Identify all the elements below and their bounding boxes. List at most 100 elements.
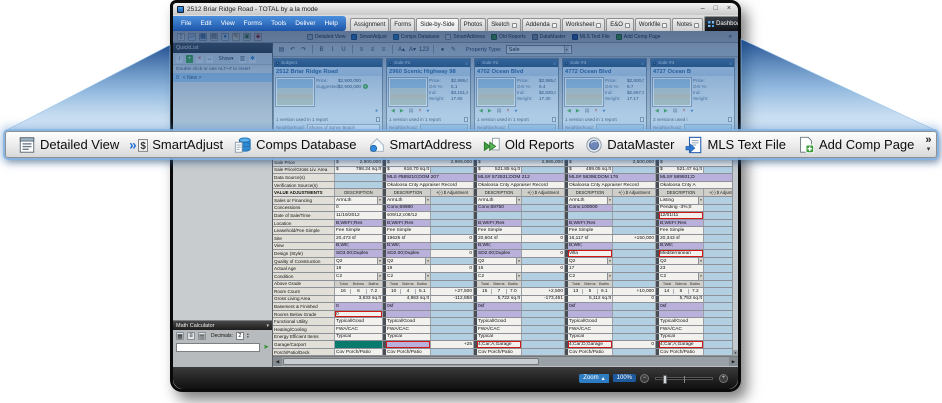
comp-adjustment-cell[interactable]: +150,000 <box>613 234 656 242</box>
comp-description-cell[interactable]: 20,343 sf <box>659 234 704 242</box>
chevron-down-icon[interactable]: ▾ <box>425 257 430 265</box>
comp-description-cell[interactable]: 19 <box>386 265 431 272</box>
comp-adjustment-cell[interactable] <box>431 326 474 333</box>
adjustment-cell[interactable] <box>431 280 474 288</box>
comp-description-cell[interactable]: B;WtrFr;Res <box>386 219 431 227</box>
comp-description-cell[interactable]: Q2 ▾ <box>477 257 522 265</box>
comp-description-cell[interactable]: Fee Simple <box>568 227 613 234</box>
comp-adjustment-cell[interactable]: +27,500 <box>431 288 474 295</box>
subject-cell[interactable]: 0 <box>335 310 383 318</box>
comp-description-cell[interactable]: SD2.00;Duplex <box>477 250 522 257</box>
comp-adjustment-cell[interactable] <box>522 166 565 174</box>
comp-description-cell[interactable]: Typical/Good <box>659 318 704 326</box>
scroll-right-icon[interactable]: ▶ <box>729 357 738 367</box>
comp-adjustment-cell[interactable]: 0 <box>431 250 474 257</box>
neighborhood-value[interactable] <box>419 124 468 131</box>
mini-smartaddress[interactable]: SmartAddress <box>445 33 485 40</box>
maximize-button[interactable]: □ <box>714 4 718 14</box>
comp-description-cell[interactable]: 0sf <box>568 303 613 310</box>
comp-description-cell[interactable]: 19625 sf <box>386 234 431 242</box>
menu-item-tools[interactable]: Tools <box>271 20 286 27</box>
comp-description-cell[interactable]: Cov Porch/Patio <box>659 348 704 356</box>
font-decrease-button[interactable]: A▾ <box>408 45 417 55</box>
comp-adjustment-cell[interactable] <box>431 257 474 265</box>
comp-adjustment-cell[interactable]: 0 <box>431 265 474 272</box>
italic-button[interactable]: I <box>328 45 337 55</box>
subject-cell[interactable]: C2 ▾ <box>335 272 383 280</box>
underline-button[interactable]: U <box>339 45 348 55</box>
paste-icon[interactable]: ▤ <box>198 332 206 340</box>
comp-description-cell[interactable]: 4;Car;A;Garage <box>659 341 704 348</box>
mini-mls-text-file[interactable]: MLS Text File <box>571 33 610 40</box>
comp-adjustment-cell[interactable] <box>613 303 656 310</box>
tab-e-o[interactable]: E&O <box>606 18 634 31</box>
calculator-go-arrow-icon[interactable]: ➤ <box>263 344 269 351</box>
add-suggested-icon[interactable]: + <box>363 84 368 89</box>
font-increase-button[interactable]: A▴ <box>397 45 406 55</box>
comp-description-cell[interactable]: Typical/Good <box>386 318 431 326</box>
math-calculator-header[interactable]: Math Calculator ▾ <box>173 321 272 330</box>
comp-adjustment-cell[interactable] <box>522 204 565 212</box>
comp-adjustment-cell[interactable] <box>613 166 656 174</box>
subject-cell[interactable]: SD3.00;Duplex <box>335 250 383 257</box>
chevron-down-icon[interactable]: ▾ <box>607 196 612 204</box>
vertical-scrollbar[interactable]: ▾ <box>732 159 738 357</box>
subject-cell[interactable]: Typical/Good <box>335 318 383 326</box>
comp-description-cell[interactable]: $616.70 sq.ft <box>386 166 431 174</box>
comp-adjustment-cell[interactable] <box>613 265 656 272</box>
comp-description-cell[interactable]: Cov Porch/Patio <box>568 348 613 356</box>
comp-adjustment-cell[interactable] <box>522 196 565 204</box>
tab-dashboard[interactable]: Dashboard <box>704 16 738 31</box>
mini-comps-database[interactable]: Comps Database <box>392 33 439 40</box>
comp-adjustment-cell[interactable] <box>522 212 565 219</box>
print-icon[interactable]: ▤ <box>210 32 218 41</box>
comp-adjustment-cell[interactable] <box>613 250 656 257</box>
comp-adjustment-cell[interactable] <box>431 227 474 234</box>
comp-adjustment-cell[interactable] <box>613 348 656 356</box>
comp-adjustment-cell[interactable]: 0 <box>613 295 656 303</box>
copy-icon[interactable]: ≡ <box>187 332 195 340</box>
comp-adjustment-cell[interactable] <box>613 326 656 333</box>
tab-side-by-side[interactable]: Side-by-Side <box>416 18 459 31</box>
tab-worksheet[interactable]: Worksheet <box>561 18 606 31</box>
subject-cell[interactable]: 11/19/2012 <box>335 212 383 219</box>
comp-adjustment-cell[interactable]: 0 <box>522 265 565 272</box>
comp-cell[interactable]: $2,999,000 <box>386 159 474 166</box>
comp-description-cell[interactable]: 0sf <box>386 303 431 310</box>
card-sale-3[interactable]: Sale #3 ≡4772 Ocean Blvd Price: $2,500,000 G… <box>562 58 647 133</box>
edit-pencil-icon[interactable]: ✎ <box>232 32 240 41</box>
quicklist-item-new[interactable]: 0 < New > <box>173 73 272 82</box>
chevron-down-icon[interactable]: ▾ <box>698 196 703 204</box>
comp-description-cell[interactable] <box>477 212 522 219</box>
chevron-down-icon[interactable]: ▾ <box>698 257 703 265</box>
menu-item-help[interactable]: Help <box>325 20 338 27</box>
chevron-down-icon[interactable]: ▾ <box>377 196 382 204</box>
callout-smartadjust[interactable]: »$SmartAdjust <box>130 136 223 154</box>
card-subject[interactable]: Subject 2512 Briar Ridge Road Price: $2,900… <box>273 58 383 133</box>
comp-cell[interactable]: $ <box>659 159 738 166</box>
comp-description-cell[interactable]: 0sf <box>659 303 704 310</box>
comp-adjustment-cell[interactable] <box>431 204 474 212</box>
show-dropdown-button[interactable]: Show ▾ <box>216 55 236 63</box>
copy-icon[interactable]: ▤ <box>585 108 590 114</box>
comp-description-cell[interactable]: B;Wtr; <box>568 242 613 250</box>
bold-button[interactable]: B <box>317 45 326 55</box>
comp-adjustment-cell[interactable]: +10,000 <box>613 288 656 295</box>
callout-mls-text-file[interactable]: MLS Text File <box>685 136 786 154</box>
comp-adjustment-cell[interactable] <box>613 318 656 326</box>
comp-adjustment-cell[interactable] <box>613 212 656 219</box>
comp-description-cell[interactable]: Conv;68750 <box>477 204 522 212</box>
comp-adjustment-cell[interactable]: -173,461 <box>522 295 565 303</box>
comp-description-cell[interactable]: ArmLth ▾ <box>386 196 431 204</box>
scrollbar-thumb[interactable] <box>283 358 539 366</box>
comp-description-cell[interactable]: Q2 ▾ <box>659 257 704 265</box>
calculator-input[interactable] <box>176 343 261 352</box>
comp-adjustment-cell[interactable]: +25 <box>431 341 474 348</box>
comp-adjustment-cell[interactable] <box>613 196 656 204</box>
chevron-down-icon[interactable]: ▾ <box>516 196 521 204</box>
save-icon[interactable]: ▦ <box>199 32 207 41</box>
comp-adjustment-cell[interactable] <box>431 310 474 318</box>
comp-description-cell[interactable]: Conv;59980 <box>386 204 431 212</box>
zoom-out-button[interactable]: − <box>640 373 649 383</box>
next-arrow-icon[interactable]: ▶ <box>488 108 492 114</box>
